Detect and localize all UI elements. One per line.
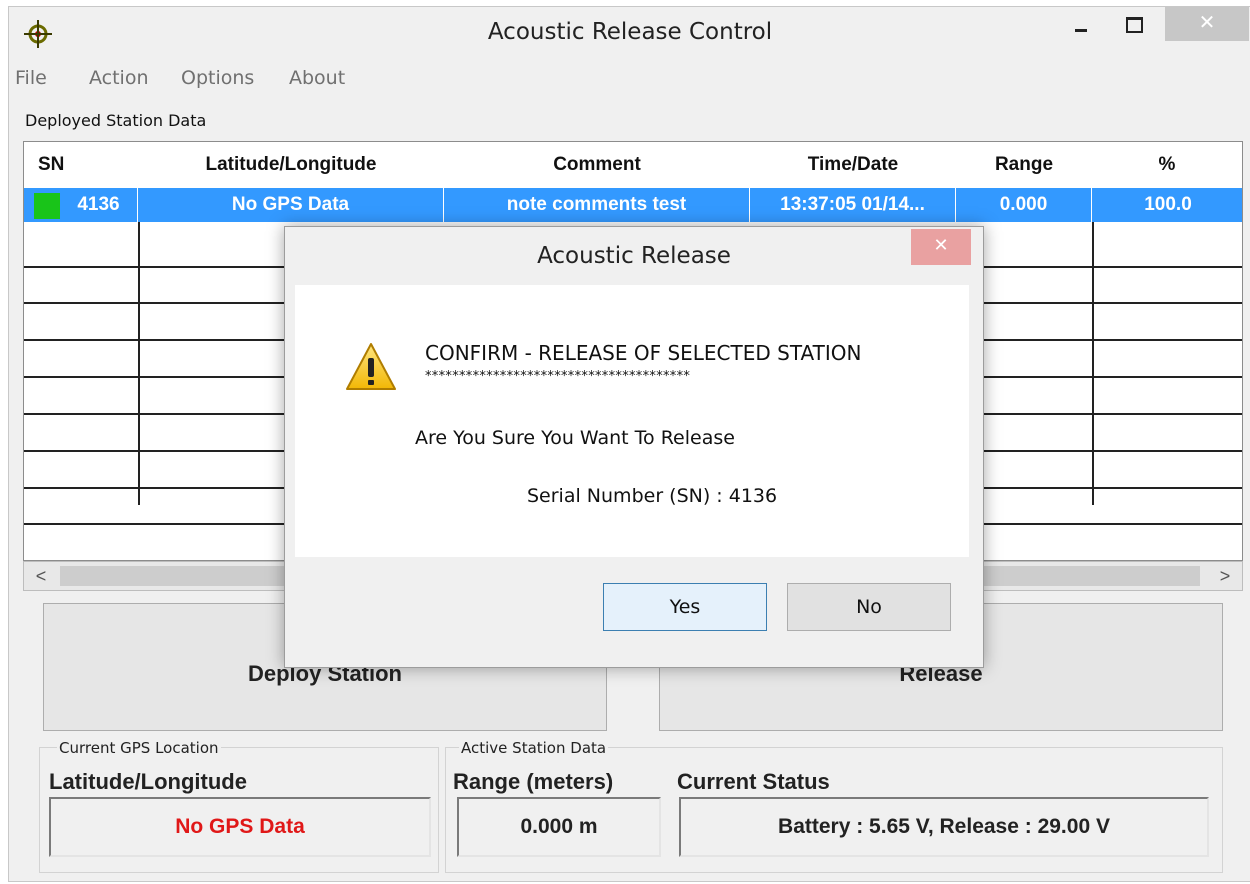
status-value-field: Battery : 5.65 V, Release : 29.00 V <box>679 797 1209 857</box>
status-indicator <box>34 193 60 219</box>
active-group-caption: Active Station Data <box>459 739 609 757</box>
minimize-button[interactable] <box>1061 7 1101 41</box>
cell-latlon: No GPS Data <box>138 188 444 222</box>
cell-time-date: 13:37:05 01/14... <box>750 188 956 222</box>
gps-latlon-label: Latitude/Longitude <box>49 769 247 794</box>
col-time-date[interactable]: Time/Date <box>750 142 956 188</box>
column-divider <box>1092 222 1094 505</box>
scroll-left-button[interactable]: < <box>26 562 56 590</box>
range-label: Range (meters) <box>453 769 614 794</box>
cell-percent: 100.0 <box>1144 194 1192 215</box>
cell-range: 0.000 <box>956 188 1092 222</box>
menu-file[interactable]: File <box>15 67 47 89</box>
menu-options[interactable]: Options <box>181 67 254 89</box>
warning-icon <box>346 343 396 390</box>
table-row[interactable]: 4136 No GPS Data note comments test 13:3… <box>24 188 1242 222</box>
dialog-title: Acoustic Release <box>537 243 731 269</box>
column-divider <box>138 222 140 505</box>
col-comment[interactable]: Comment <box>444 142 750 188</box>
menu-action[interactable]: Action <box>89 67 149 89</box>
scroll-right-button[interactable]: > <box>1210 562 1240 590</box>
menu-about[interactable]: About <box>289 67 345 89</box>
confirm-underline: *************************************** <box>425 369 691 384</box>
confirm-question: Are You Sure You Want To Release <box>415 427 735 449</box>
title-bar[interactable]: Acoustic Release Control ✕ <box>9 7 1250 65</box>
range-value-field: 0.000 m <box>457 797 661 857</box>
yes-button[interactable]: Yes <box>603 583 767 631</box>
cell-sn: 4136 <box>60 188 138 222</box>
table-header: SN Latitude/Longitude Comment Time/Date … <box>24 142 1242 188</box>
maximize-button[interactable] <box>1113 7 1153 41</box>
confirm-serial-number: Serial Number (SN) : 4136 <box>527 485 778 507</box>
col-percent[interactable]: % <box>1092 142 1242 188</box>
gps-value-field: No GPS Data <box>49 797 431 857</box>
deployed-station-label: Deployed Station Data <box>25 111 207 130</box>
col-latlon[interactable]: Latitude/Longitude <box>138 142 444 188</box>
confirm-heading: CONFIRM - RELEASE OF SELECTED STATION <box>425 341 862 365</box>
gps-group-caption: Current GPS Location <box>57 739 221 757</box>
current-status-label: Current Status <box>677 769 830 794</box>
confirm-release-dialog: Acoustic Release ✕ CONFIRM - RELEASE OF … <box>284 226 984 668</box>
cell-comment: note comments test <box>444 188 750 222</box>
no-button[interactable]: No <box>787 583 951 631</box>
col-range[interactable]: Range <box>956 142 1092 188</box>
dialog-message-area: CONFIRM - RELEASE OF SELECTED STATION **… <box>295 285 969 557</box>
close-button[interactable]: ✕ <box>1165 7 1249 41</box>
col-sn[interactable]: SN <box>24 142 138 188</box>
menu-bar: File Action Options About <box>9 65 1250 95</box>
dialog-close-button[interactable]: ✕ <box>911 229 971 265</box>
